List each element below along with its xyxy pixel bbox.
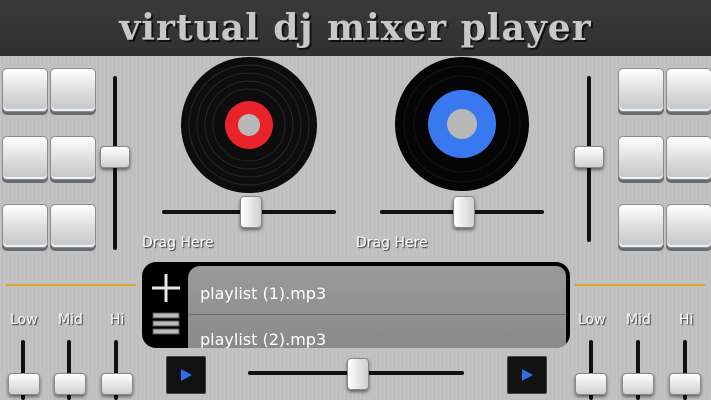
left-accent-line (6, 284, 136, 286)
right-eq-low-knob[interactable] (575, 373, 607, 395)
right-pad-1[interactable] (618, 68, 664, 112)
app-title: virtual dj mixer player (119, 7, 592, 49)
right-eq-hi-label: Hi (679, 312, 694, 328)
left-eq-mid-knob[interactable] (54, 373, 86, 395)
right-turntable-disc[interactable] (394, 56, 530, 192)
right-accent-line (575, 284, 705, 286)
left-eq-mid-label: Mid (58, 312, 83, 328)
right-play-button[interactable] (507, 356, 547, 394)
playlist-list[interactable]: playlist (1).mp3 playlist (2).mp3 (188, 266, 566, 348)
playlist-divider (188, 314, 566, 315)
left-eq-hi-knob[interactable] (101, 373, 133, 395)
right-eq-mid-label: Mid (626, 312, 651, 328)
right-pad-2[interactable] (666, 68, 711, 112)
left-pad-6[interactable] (50, 204, 96, 248)
right-pad-3[interactable] (618, 136, 664, 180)
left-eq-low-knob[interactable] (8, 373, 40, 395)
left-eq-low-label: Low (10, 312, 38, 328)
left-eq-hi-label: Hi (110, 312, 125, 328)
left-deck-slider-knob[interactable] (240, 196, 262, 228)
right-pad-6[interactable] (666, 204, 711, 248)
play-icon (181, 369, 192, 381)
left-pad-1[interactable] (2, 68, 48, 112)
left-pad-5[interactable] (2, 204, 48, 248)
right-pitch-knob[interactable] (574, 146, 604, 168)
left-pad-2[interactable] (50, 68, 96, 112)
play-icon (522, 369, 533, 381)
playlist-panel: playlist (1).mp3 playlist (2).mp3 (142, 262, 570, 348)
left-pad-3[interactable] (2, 136, 48, 180)
right-pad-4[interactable] (666, 136, 711, 180)
playlist-item[interactable]: playlist (1).mp3 (200, 284, 326, 303)
left-drag-label: Drag Here (142, 235, 214, 251)
add-icon[interactable] (150, 272, 182, 304)
right-drag-label: Drag Here (356, 235, 428, 251)
right-pad-5[interactable] (618, 204, 664, 248)
playlist-item[interactable]: playlist (2).mp3 (200, 330, 326, 348)
left-play-button[interactable] (166, 356, 206, 394)
right-eq-low-label: Low (578, 312, 606, 328)
right-eq-hi-knob[interactable] (669, 373, 701, 395)
crossfader-knob[interactable] (347, 358, 369, 390)
left-pitch-knob[interactable] (100, 146, 130, 168)
list-icon[interactable] (152, 312, 180, 336)
left-pad-4[interactable] (50, 136, 96, 180)
left-turntable-disc[interactable] (180, 56, 318, 194)
right-eq-mid-knob[interactable] (622, 373, 654, 395)
right-deck-slider-knob[interactable] (453, 196, 475, 228)
